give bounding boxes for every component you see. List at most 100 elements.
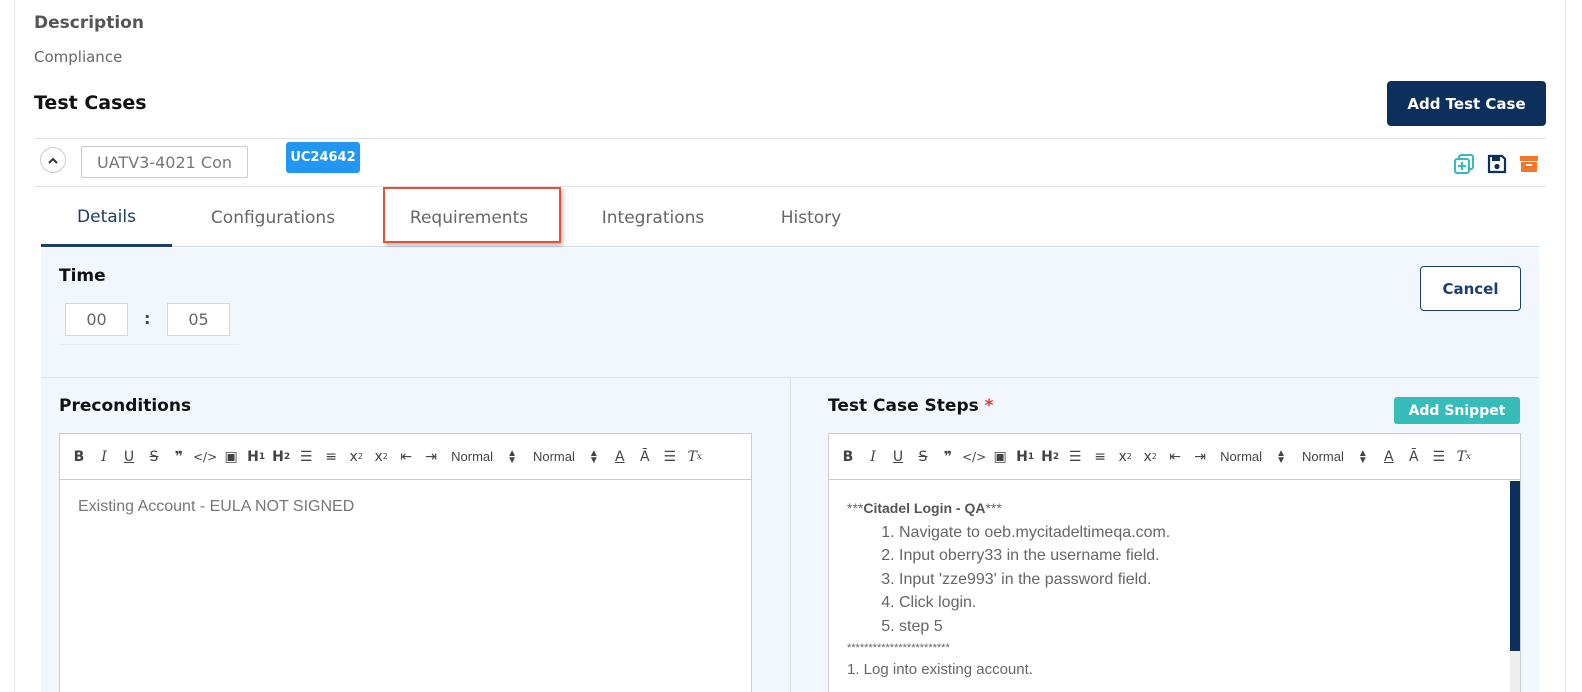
cancel-button[interactable]: Cancel	[1420, 266, 1521, 311]
select-arrows-icon: ▲ ▼	[507, 447, 517, 466]
test-case-steps-label: Test Case Steps *	[828, 396, 994, 416]
strikethrough-icon[interactable]: S	[143, 446, 165, 468]
align-icon[interactable]: ☰	[1428, 446, 1450, 468]
superscript-icon[interactable]: x2	[1139, 446, 1161, 468]
select-arrows-icon: ▲ ▼	[1357, 447, 1368, 466]
steps-label-text: Test Case Steps	[828, 396, 979, 416]
description-label: Description	[34, 13, 144, 33]
superscript-icon[interactable]: x2	[370, 446, 392, 468]
text-color-icon[interactable]: A	[609, 446, 631, 468]
steps-header-prefix: ***	[847, 500, 864, 516]
tab-bar: Details Configurations Requirements Inte…	[41, 190, 1539, 247]
preconditions-label: Preconditions	[59, 396, 192, 416]
add-snippet-button[interactable]: Add Snippet	[1394, 397, 1520, 424]
save-icon[interactable]	[1486, 153, 1508, 175]
required-marker: *	[984, 396, 994, 416]
background-color-icon[interactable]: Ā	[1403, 446, 1425, 468]
code-icon[interactable]: </>	[962, 446, 986, 468]
editor-toolbar: B I U S ❞ </> ▣ H1 H2 ☰ ≡ x2 x2 ⇤ ⇥ Norm…	[60, 434, 751, 480]
steps-list: Navigate to oeb.mycitadeltimeqa.com. Inp…	[847, 521, 1492, 639]
header-select-value: Normal	[451, 449, 494, 464]
indent-icon[interactable]: ⇥	[420, 446, 442, 468]
collapse-button[interactable]	[40, 147, 66, 173]
tab-integrations[interactable]: Integrations	[593, 190, 713, 246]
list-item: Input 'zze993' in the password field.	[899, 568, 1492, 592]
bold-icon[interactable]: B	[68, 446, 90, 468]
heading2-icon[interactable]: H2	[1039, 446, 1061, 468]
image-icon[interactable]: ▣	[989, 446, 1011, 468]
time-label: Time	[59, 266, 106, 286]
italic-icon[interactable]: I	[93, 446, 115, 468]
header-select[interactable]: Normal ▲ ▼	[1220, 447, 1286, 466]
tab-configurations[interactable]: Configurations	[204, 190, 342, 246]
subscript-icon[interactable]: x2	[345, 446, 367, 468]
code-icon[interactable]: </>	[193, 446, 217, 468]
column-divider	[790, 377, 791, 692]
text-color-icon[interactable]: A	[1378, 446, 1400, 468]
test-cases-title: Test Cases	[34, 92, 147, 114]
duplicate-icon[interactable]	[1453, 153, 1475, 175]
italic-icon[interactable]: I	[862, 446, 884, 468]
preconditions-editor: B I U S ❞ </> ▣ H1 H2 ☰ ≡ x2 x2 ⇤ ⇥ Norm…	[59, 433, 752, 692]
outdent-icon[interactable]: ⇤	[395, 446, 417, 468]
steps-header: ***Citadel Login - QA***	[847, 497, 1492, 521]
description-value: Compliance	[34, 48, 123, 66]
divider	[34, 186, 1546, 187]
bullet-list-icon[interactable]: ≡	[1089, 446, 1111, 468]
archive-icon[interactable]	[1518, 153, 1540, 175]
list-item: Navigate to oeb.mycitadeltimeqa.com.	[899, 521, 1492, 545]
editor-toolbar: B I U S ❞ </> ▣ H1 H2 ☰ ≡ x2 x2 ⇤ ⇥ Norm…	[829, 434, 1520, 480]
clear-format-icon[interactable]: Tx	[684, 446, 706, 468]
add-test-case-button[interactable]: Add Test Case	[1387, 81, 1546, 126]
ordered-list-icon[interactable]: ☰	[1064, 446, 1086, 468]
tab-requirements[interactable]: Requirements	[385, 190, 553, 246]
ordered-list-icon[interactable]: ☰	[295, 446, 317, 468]
preconditions-content[interactable]: Existing Account - EULA NOT SIGNED	[60, 481, 751, 692]
heading1-icon[interactable]: H1	[245, 446, 267, 468]
underline-icon[interactable]: U	[887, 446, 909, 468]
tab-history[interactable]: History	[770, 190, 852, 246]
size-select[interactable]: Normal ▲ ▼	[1301, 447, 1368, 466]
list-item: Click login.	[899, 591, 1492, 615]
steps-separator: ************************	[847, 642, 950, 654]
divider	[34, 138, 1546, 139]
bullet-list-icon[interactable]: ≡	[320, 446, 342, 468]
strikethrough-icon[interactable]: S	[912, 446, 934, 468]
clear-format-icon[interactable]: Tx	[1453, 446, 1475, 468]
hours-input[interactable]	[65, 303, 128, 336]
heading2-icon[interactable]: H2	[270, 446, 292, 468]
tab-details[interactable]: Details	[41, 190, 172, 247]
steps-editor: B I U S ❞ </> ▣ H1 H2 ☰ ≡ x2 x2 ⇤ ⇥ Norm…	[828, 433, 1521, 692]
chevron-up-icon	[48, 157, 58, 164]
align-icon[interactable]: ☰	[659, 446, 681, 468]
indent-icon[interactable]: ⇥	[1189, 446, 1211, 468]
size-select-value: Normal	[532, 449, 575, 464]
scrollbar-thumb[interactable]	[1510, 481, 1520, 651]
blockquote-icon[interactable]: ❞	[168, 446, 190, 468]
size-select[interactable]: Normal ▲ ▼	[532, 447, 599, 466]
outdent-icon[interactable]: ⇤	[1164, 446, 1186, 468]
minutes-input[interactable]	[167, 303, 230, 336]
background-color-icon[interactable]: Ā	[634, 446, 656, 468]
steps-header-suffix: ***	[985, 500, 1002, 516]
underline-icon[interactable]: U	[118, 446, 140, 468]
subscript-icon[interactable]: x2	[1114, 446, 1136, 468]
size-select-value: Normal	[1301, 449, 1344, 464]
select-arrows-icon: ▲ ▼	[588, 447, 599, 466]
list-item: step 5	[899, 615, 1492, 639]
blockquote-icon[interactable]: ❞	[937, 446, 959, 468]
steps-content[interactable]: ***Citadel Login - QA*** Navigate to oeb…	[829, 481, 1510, 692]
steps-header-title: Citadel Login - QA	[863, 500, 986, 516]
select-arrows-icon: ▲ ▼	[1276, 447, 1286, 466]
header-select[interactable]: Normal ▲ ▼	[451, 447, 517, 466]
list-item: Input oberry33 in the username field.	[899, 544, 1492, 568]
scrollbar[interactable]	[1510, 481, 1520, 692]
image-icon[interactable]: ▣	[220, 446, 242, 468]
test-case-name-input[interactable]	[81, 146, 248, 178]
time-underline	[59, 344, 239, 345]
bold-icon[interactable]: B	[837, 446, 859, 468]
steps-after-text: 1. Log into existing account.	[847, 661, 1033, 678]
heading1-icon[interactable]: H1	[1014, 446, 1036, 468]
test-case-id-badge: UC24642	[286, 142, 360, 173]
time-separator: :	[144, 309, 151, 328]
